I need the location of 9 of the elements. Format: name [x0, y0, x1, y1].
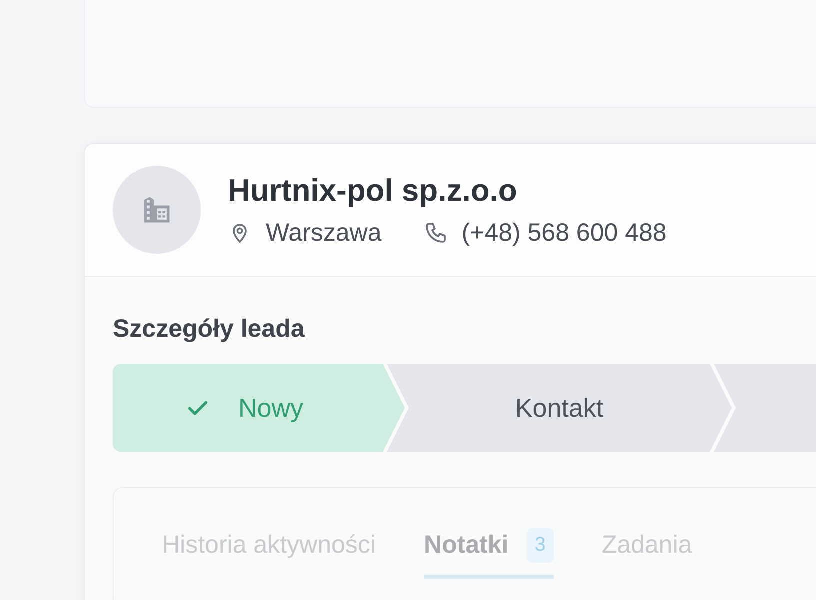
- section-title: Szczegóły leada: [113, 315, 306, 344]
- company-phone: (+48) 568 600 488: [462, 218, 667, 248]
- company-name: Hurtnix-pol sp.z.o.o: [228, 172, 518, 208]
- phone-icon: [424, 221, 448, 245]
- count-badge: 3: [526, 528, 554, 563]
- tab[interactable]: Notatki 3: [424, 528, 554, 579]
- pipeline-stage[interactable]: Nowy: [113, 364, 405, 452]
- company-city: Warszawa: [266, 218, 382, 248]
- pipeline-stage[interactable]: Kontakt: [387, 364, 732, 452]
